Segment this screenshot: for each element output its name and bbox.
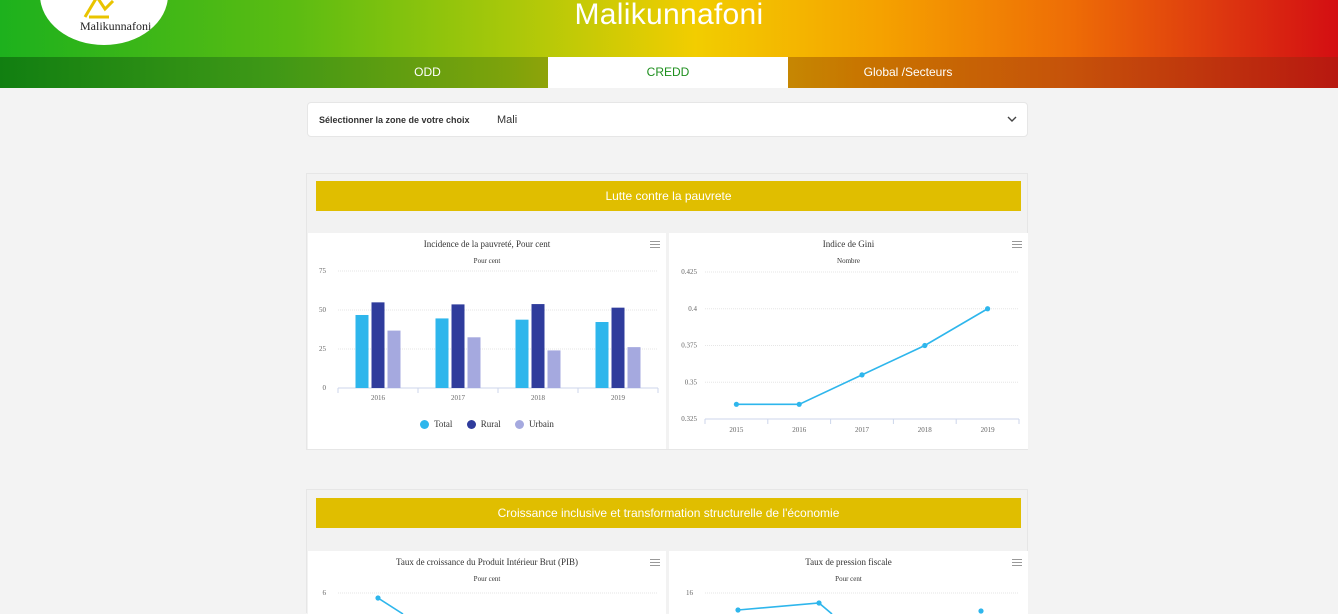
bar-total-2016: [355, 314, 369, 388]
y-tick-label: 0.425: [681, 268, 697, 276]
bar-total-2019: [595, 322, 609, 388]
chart-title: Indice de Gini: [822, 239, 875, 249]
data-point-partial: [375, 595, 381, 601]
bar-chart-incidence-pauvrete: 0 25 50 75 2016 2017 2018 2019: [319, 267, 659, 402]
bar-rural-2018: [531, 304, 545, 388]
chart-subtitle: Pour cent: [473, 575, 501, 583]
legend-dot-icon: [420, 419, 430, 429]
x-tick-label: 2018: [531, 394, 546, 402]
bar-urbain-2016: [387, 330, 401, 388]
y-tick-label: 6: [323, 589, 327, 597]
y-tick-label: 25: [319, 345, 327, 353]
data-point-2016: [796, 401, 802, 407]
x-tick-label: 2017: [451, 394, 466, 402]
chart-menu-icon[interactable]: [650, 559, 660, 568]
bar-total-2018: [515, 319, 529, 388]
bar-urbain-2017: [467, 337, 481, 388]
data-point-2019: [985, 306, 991, 312]
data-point-2015: [733, 401, 739, 407]
data-point-partial: [816, 600, 822, 606]
x-tick-label: 2018: [918, 426, 933, 434]
zone-select[interactable]: Sélectionner la zone de votre choix Mali: [307, 102, 1028, 137]
y-tick-label: 0.325: [681, 415, 697, 423]
section-croissance-inclusive: Croissance inclusive et transformation s…: [306, 489, 1028, 614]
chart-menu-icon[interactable]: [1012, 241, 1022, 250]
bar-urbain-2018: [547, 350, 561, 388]
chart-legend: Total Rural Urbain: [308, 419, 666, 431]
chart-menu-icon[interactable]: [1012, 559, 1022, 568]
zone-select-value[interactable]: Mali: [497, 114, 517, 126]
legend-item-rural[interactable]: Rural: [466, 419, 501, 429]
tab-global-secteurs[interactable]: Global /Secteurs: [788, 57, 1028, 88]
section-lutte-pauvrete: Lutte contre la pauvrete 0 25 50 75 2016 2017…: [306, 173, 1028, 450]
line-chart-indice-gini: 0.325 0.35 0.375 0.4 0.425 2015 2016 2017 2018 20…: [681, 268, 1020, 434]
legend-label: Total: [434, 419, 453, 429]
chart-card-pression-fiscale: 16 Taux de pression fiscale Pour cent: [669, 551, 1028, 614]
bar-rural-2017: [451, 304, 465, 388]
tab-credd[interactable]: CREDD: [548, 57, 788, 88]
y-tick-label: 16: [686, 589, 694, 597]
chart-title: Incidence de la pauvreté, Pour cent: [423, 239, 551, 249]
bar-total-2017: [435, 318, 449, 388]
chart-card-croissance-pib: 6 Taux de croissance du Produit Intérieu…: [308, 551, 666, 614]
data-point-2018: [922, 342, 928, 349]
chart-title: Taux de croissance du Produit Intérieur …: [395, 557, 579, 567]
legend-dot-icon: [466, 419, 476, 429]
x-tick-label: 2019: [981, 426, 996, 434]
y-tick-label: 75: [319, 267, 327, 275]
section-title: Croissance inclusive et transformation s…: [316, 498, 1021, 528]
bar-rural-2016: [371, 302, 385, 388]
top-header: Malikunnafoni Malikunnafoni: [0, 0, 1338, 57]
legend-dot-icon: [514, 419, 524, 429]
legend-label: Rural: [480, 419, 501, 429]
legend-item-total[interactable]: Total: [420, 419, 452, 429]
chart-card-indice-gini: 0.325 0.35 0.375 0.4 0.425 2015 2016 2017 2018 20…: [669, 233, 1028, 449]
legend-label: Urbain: [528, 419, 554, 429]
main-nav: ODD CREDD Global /Secteurs: [0, 57, 1338, 88]
series-line-partial: [377, 597, 404, 614]
chart-card-incidence-pauvrete: 0 25 50 75 2016 2017 2018 2019 Incidence de la …: [308, 233, 666, 449]
bar-urbain-2019: [627, 347, 641, 388]
chevron-down-icon[interactable]: [1007, 114, 1017, 124]
x-tick-label: 2015: [729, 426, 744, 434]
x-tick-label: 2016: [371, 394, 386, 402]
y-tick-label: 0.35: [685, 378, 698, 386]
legend-item-urbain[interactable]: Urbain: [514, 419, 554, 429]
zone-select-label: Sélectionner la zone de votre choix: [319, 115, 470, 125]
x-tick-label: 2019: [611, 394, 626, 402]
chart-menu-icon[interactable]: [650, 241, 660, 250]
site-title: Malikunnafoni: [574, 0, 764, 31]
x-tick-label: 2016: [792, 426, 807, 434]
series-line-gini: [736, 308, 989, 406]
data-point-2017: [859, 372, 865, 378]
chart-subtitle: Pour cent: [835, 575, 862, 583]
y-tick-label: 0: [323, 384, 327, 392]
tab-odd[interactable]: ODD: [307, 57, 548, 88]
data-point-partial: [735, 607, 741, 613]
y-tick-label: 50: [319, 306, 327, 314]
chart-subtitle: Pour cent: [473, 257, 501, 265]
bar-rural-2019: [611, 307, 625, 388]
y-tick-label: 0.375: [681, 342, 697, 350]
x-tick-label: 2017: [855, 426, 870, 434]
chart-subtitle: Nombre: [837, 257, 860, 265]
y-tick-label: 0.4: [688, 305, 697, 313]
section-title: Lutte contre la pauvrete: [316, 181, 1021, 211]
chart-title: Taux de pression fiscale: [805, 557, 892, 567]
